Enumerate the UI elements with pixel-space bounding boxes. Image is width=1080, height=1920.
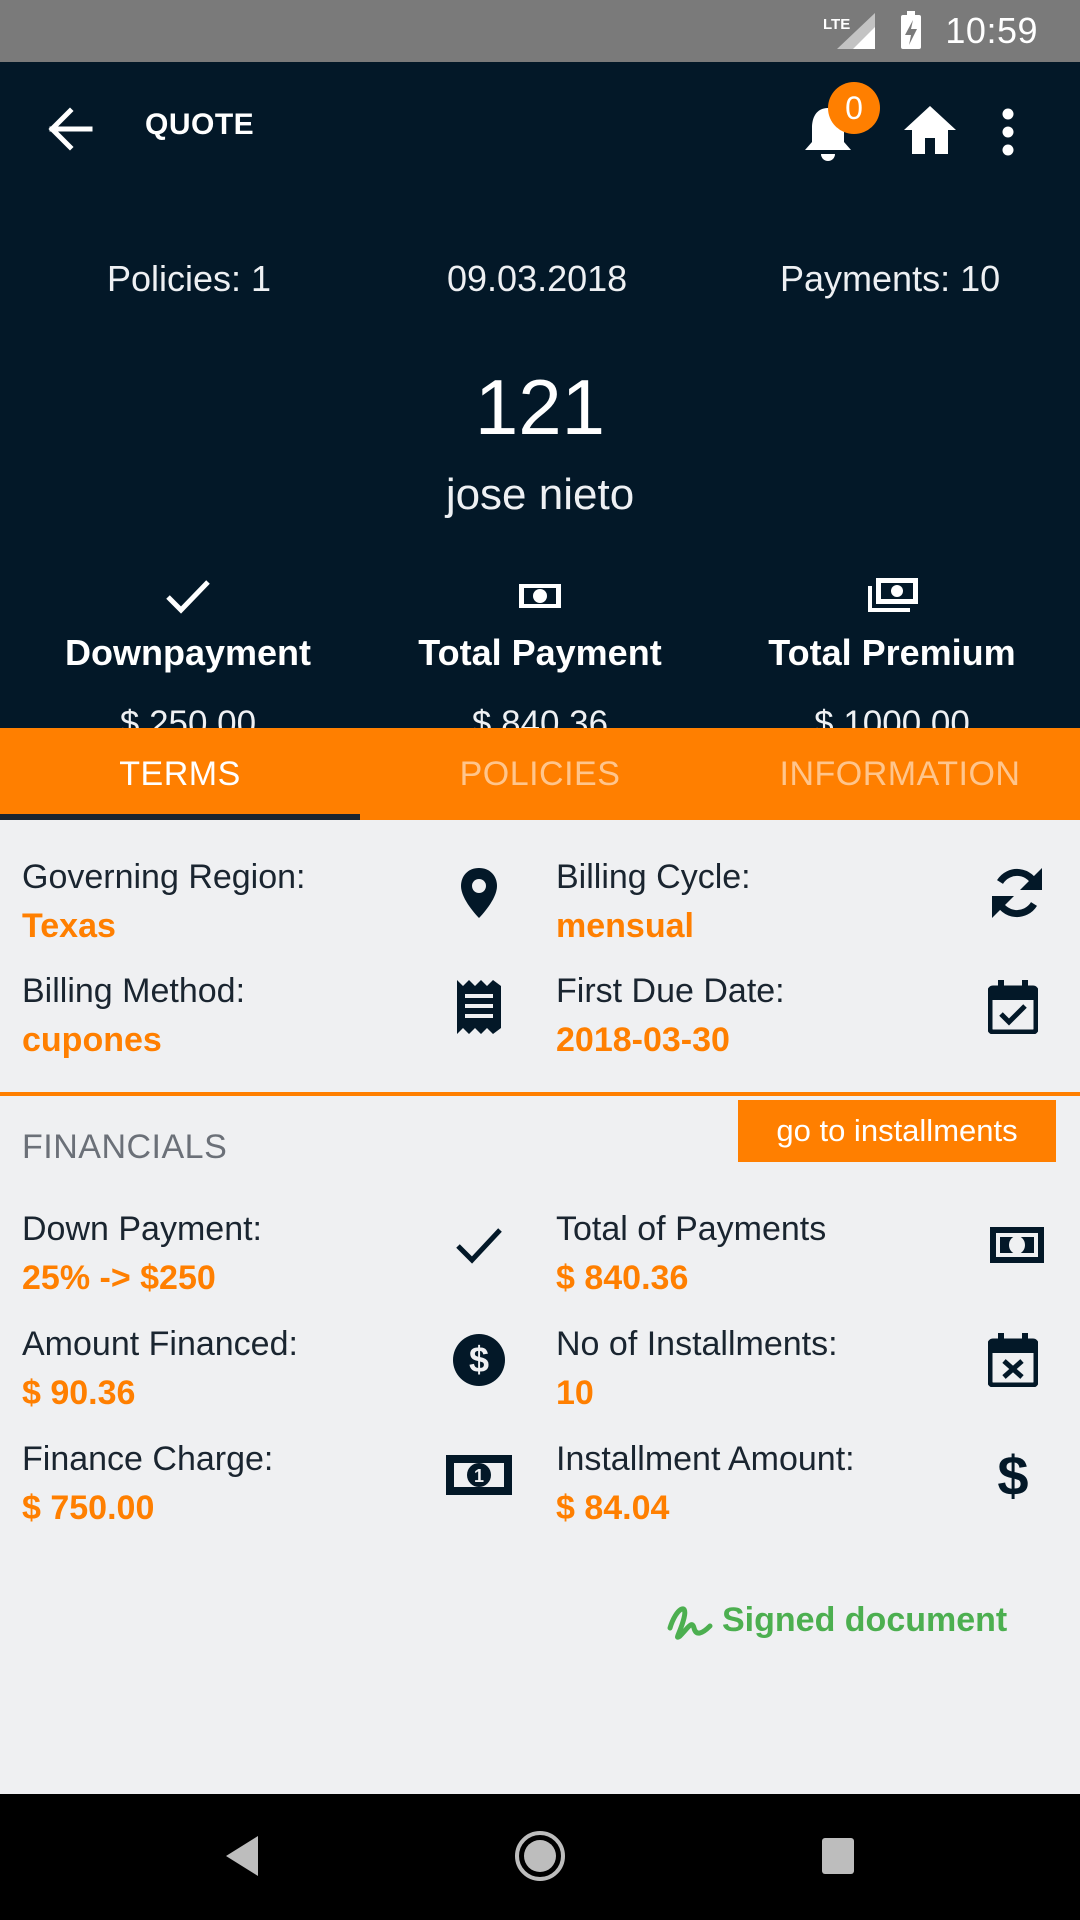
status-bar: LTE 10:59	[0, 0, 1080, 62]
svg-text:$: $	[469, 1339, 489, 1380]
bill-icon: 1	[440, 1440, 518, 1510]
more-options-button[interactable]	[990, 102, 1026, 162]
tab-bar: TERMS POLICIES INFORMATION	[0, 728, 1080, 820]
field-value: mensual	[556, 907, 694, 945]
field-billing-cycle: Billing Cycle: mensual	[556, 858, 1056, 958]
stat-label: Total Payment	[418, 632, 662, 673]
home-icon	[904, 106, 956, 154]
nav-back-icon[interactable]	[224, 1834, 260, 1878]
signal-icon: LTE	[823, 13, 876, 49]
go-to-installments-button[interactable]: go to installments	[738, 1100, 1056, 1162]
field-amount-financed: Amount Financed: $ 90.36 $	[22, 1325, 522, 1425]
more-vertical-icon	[1002, 108, 1014, 156]
field-first-due-date: First Due Date: 2018-03-30	[556, 972, 1056, 1072]
quote-number: 121	[474, 363, 606, 451]
receipt-icon	[444, 972, 514, 1042]
field-label: Total of Payments	[556, 1210, 827, 1248]
field-total-of-payments: Total of Payments $ 840.36	[556, 1210, 1056, 1310]
check-icon	[166, 580, 210, 614]
field-billing-method: Billing Method: cupones	[22, 972, 522, 1072]
terms-section: Governing Region: Texas Billing Cycle: m…	[0, 820, 1080, 1096]
nav-recent-apps-icon[interactable]	[822, 1838, 854, 1874]
notification-badge: 0	[828, 82, 880, 134]
check-icon	[444, 1210, 514, 1280]
stat-total-payment: Total Payment $ 840.36	[360, 572, 720, 744]
calendar-check-icon	[978, 972, 1048, 1042]
field-no-of-installments: No of Installments: 10	[556, 1325, 1056, 1425]
nav-home-icon[interactable]	[514, 1830, 566, 1882]
field-label: Billing Cycle:	[556, 858, 751, 896]
signed-document-label: Signed document	[722, 1600, 1008, 1639]
map-pin-icon	[444, 858, 514, 928]
stat-label: Downpayment	[64, 632, 312, 673]
back-button[interactable]	[40, 102, 100, 156]
money-stack-icon	[868, 578, 918, 612]
tab-information[interactable]: INFORMATION	[720, 728, 1080, 820]
clock: 10:59	[945, 10, 1038, 51]
refresh-icon	[982, 858, 1052, 928]
field-governing-region: Governing Region: Texas	[22, 858, 522, 958]
home-button[interactable]	[900, 102, 960, 162]
money-icon	[982, 1210, 1052, 1280]
stat-total-premium: Total Premium $ 1000.00	[712, 572, 1072, 744]
dollar-icon: $	[978, 1440, 1048, 1510]
field-value: $ 840.36	[556, 1259, 689, 1297]
signed-document-link[interactable]: Signed document	[666, 1598, 1007, 1642]
svg-text:$: $	[997, 1447, 1028, 1503]
money-icon	[519, 584, 561, 608]
field-down-payment: Down Payment: 25% -> $250	[22, 1210, 522, 1310]
stat-downpayment: Downpayment $ 250.00	[8, 572, 368, 744]
quote-header: QUOTE 0 Policies: 1 09.03.2018 Payments:…	[0, 62, 1080, 743]
tab-terms[interactable]: TERMS	[0, 728, 360, 820]
arrow-left-icon	[48, 107, 93, 151]
payments-count: Payments: 10	[780, 258, 1001, 299]
battery-charging-icon	[901, 11, 922, 49]
financials-header: FINANCIALS go to installments	[0, 1100, 1080, 1180]
app-bar: QUOTE 0	[0, 62, 1080, 194]
policies-count: Policies: 1	[107, 258, 272, 299]
field-finance-charge: Finance Charge: $ 750.00 1	[22, 1440, 522, 1540]
financials-title: FINANCIALS	[22, 1128, 228, 1166]
calendar-x-icon	[978, 1325, 1048, 1395]
tab-policies[interactable]: POLICIES	[360, 728, 720, 820]
svg-text:1: 1	[474, 1466, 484, 1486]
client-name: jose nieto	[445, 470, 635, 519]
svg-text:LTE: LTE	[823, 16, 850, 33]
dollar-circle-icon: $	[444, 1325, 514, 1395]
signature-icon	[667, 1606, 713, 1640]
page-title: QUOTE	[145, 108, 255, 141]
system-nav-bar	[0, 1794, 1080, 1920]
stat-label: Total Premium	[768, 632, 1016, 673]
quote-date: 09.03.2018	[447, 258, 628, 299]
field-installment-amount: Installment Amount: $ 84.04 $	[556, 1440, 1056, 1540]
